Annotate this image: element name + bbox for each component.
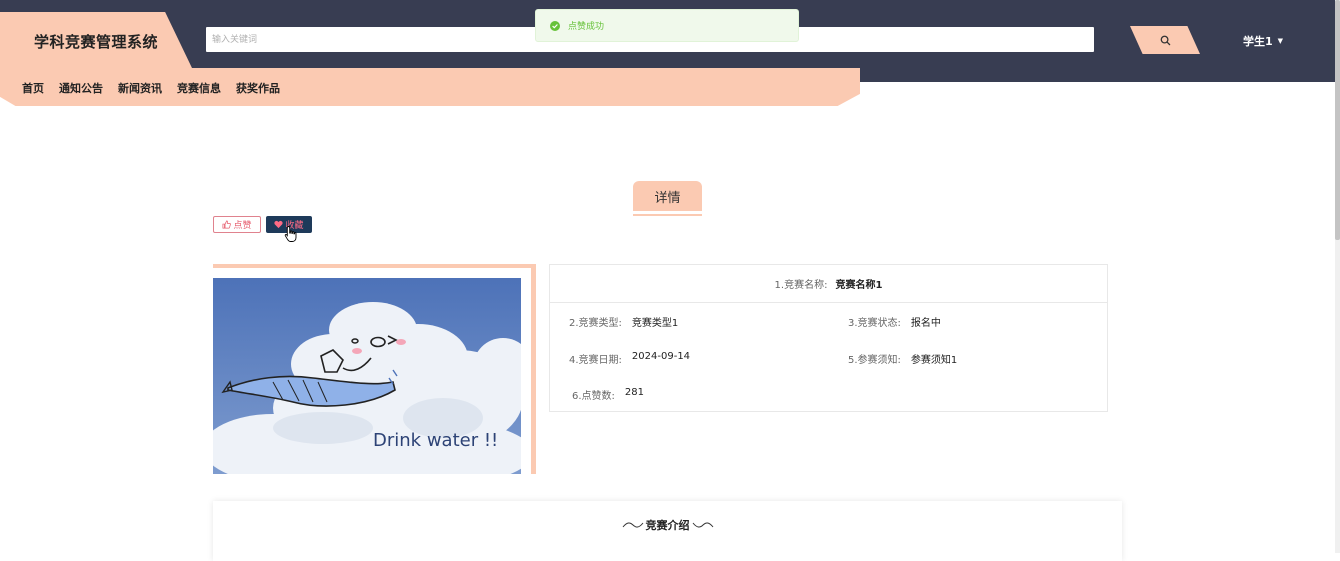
- user-menu[interactable]: 学生1 ▼: [1243, 33, 1283, 49]
- detail-info-panel: 1.竞赛名称: 竞赛名称1 2.竞赛类型: 竞赛类型1 3.竞赛状态: 报名中 …: [549, 264, 1108, 412]
- nav-item-notices[interactable]: 通知公告: [59, 80, 103, 96]
- nav-item-home[interactable]: 首页: [22, 80, 44, 96]
- nav-item-awards[interactable]: 获奖作品: [236, 80, 280, 96]
- field-label: 6.点赞数:: [572, 391, 615, 402]
- field-label: 2.竞赛类型:: [569, 318, 622, 329]
- ornament-left-icon: [622, 522, 643, 528]
- page-scrollbar[interactable]: [1335, 0, 1340, 553]
- field-label: 5.参赛须知:: [848, 355, 901, 366]
- detail-tab[interactable]: 详情: [633, 181, 702, 211]
- nav-item-competitions[interactable]: 竞赛信息: [177, 80, 221, 96]
- info-row-name: 1.竞赛名称: 竞赛名称1: [550, 265, 1107, 303]
- info-field-type: 2.竞赛类型: 竞赛类型1: [569, 314, 678, 329]
- field-value: 报名中: [910, 318, 941, 329]
- ornament-right-icon: [692, 522, 713, 528]
- user-name: 学生1: [1243, 35, 1273, 48]
- image-frame-top: [213, 264, 536, 268]
- info-field-likes: 6.点赞数: 281: [572, 387, 644, 402]
- field-value: 竞赛名称1: [835, 280, 883, 291]
- thumbs-up-icon: [223, 220, 232, 229]
- info-field-date: 4.竞赛日期: 2024-09-14: [569, 351, 690, 366]
- toast-message: 点赞成功: [568, 22, 605, 32]
- intro-section: 竞赛介绍: [213, 501, 1122, 561]
- image-caption: Drink water !!: [373, 430, 498, 451]
- main-nav: 首页 通知公告 新闻资讯 竞赛信息 获奖作品: [22, 80, 280, 96]
- intro-title: 竞赛介绍: [645, 519, 690, 532]
- field-value: 竞赛类型1: [631, 318, 679, 329]
- nav-item-news[interactable]: 新闻资讯: [118, 80, 162, 96]
- like-label: 点赞: [233, 221, 252, 231]
- caret-down-icon: ▼: [1277, 37, 1284, 45]
- competition-image: Drink water !!: [213, 278, 521, 474]
- search-icon: [1160, 35, 1170, 45]
- site-title: 学科竞赛管理系统: [34, 33, 159, 51]
- field-value: 2024-09-14: [631, 351, 691, 362]
- info-field-status: 3.竞赛状态: 报名中: [848, 314, 941, 329]
- success-toast: 点赞成功: [535, 9, 799, 42]
- detail-tab-underline: [633, 214, 702, 216]
- info-field-notice: 5.参赛须知: 参赛须知1: [848, 351, 957, 366]
- intro-title-row: 竞赛介绍: [213, 517, 1122, 533]
- field-label: 1.竞赛名称:: [774, 280, 828, 291]
- image-frame-side: [531, 264, 536, 474]
- field-label: 4.竞赛日期:: [569, 355, 622, 366]
- heart-icon: [274, 220, 284, 229]
- field-value: 参赛须知1: [910, 355, 958, 366]
- field-value: 281: [624, 387, 645, 398]
- scrollbar-thumb[interactable]: [1335, 0, 1340, 240]
- hand-cursor-icon: [284, 226, 297, 242]
- like-button[interactable]: 点赞: [213, 216, 261, 233]
- field-label: 3.竞赛状态:: [848, 318, 901, 329]
- check-circle-icon: [550, 20, 560, 31]
